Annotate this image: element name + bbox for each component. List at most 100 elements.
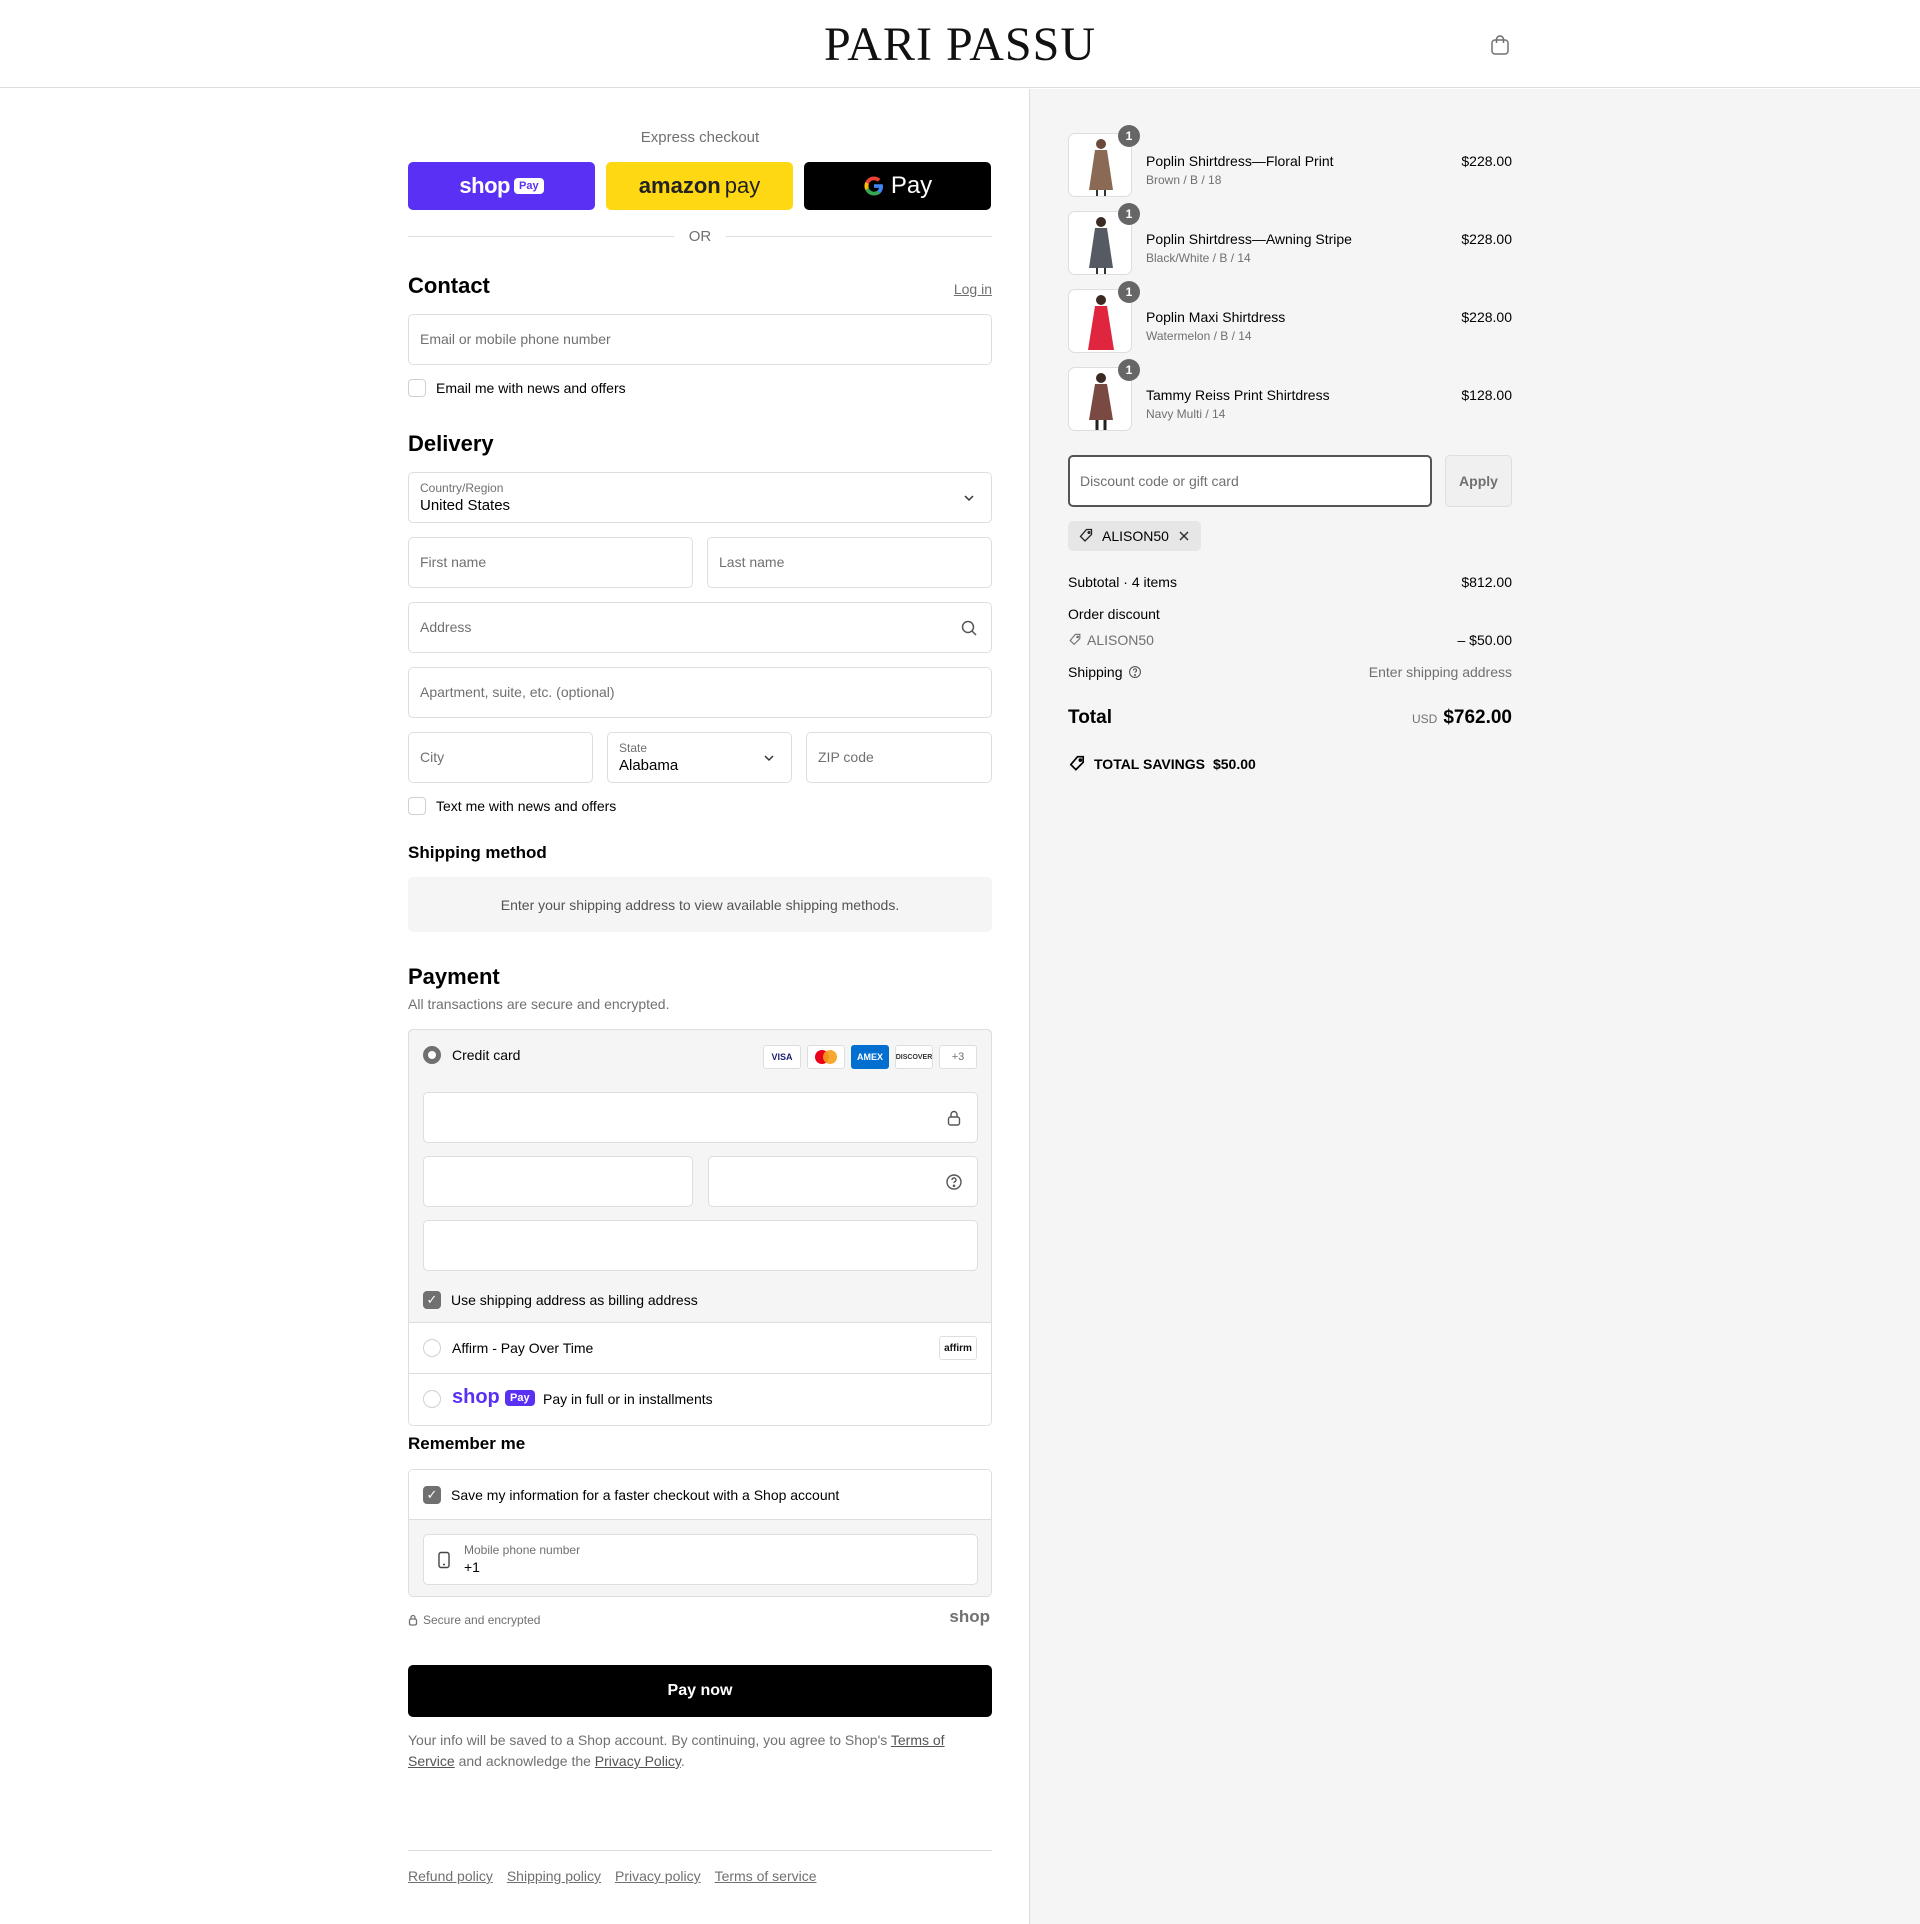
email-news-checkbox[interactable] <box>408 379 426 397</box>
cart-item: 1 Poplin Shirtdress—Awning Stripe Black/… <box>1068 203 1512 275</box>
save-info-checkbox[interactable]: ✓ <box>423 1486 441 1504</box>
shop-pay-option-badge: Pay <box>505 1390 535 1406</box>
last-name-field[interactable]: Last name <box>707 537 992 588</box>
country-select[interactable]: Country/Region United States <box>408 472 992 523</box>
item-price: $228.00 <box>1461 309 1512 325</box>
amazon-pay-button[interactable]: amazon pay <box>606 162 793 210</box>
state-label: State <box>619 741 648 755</box>
credit-card-radio[interactable] <box>423 1046 441 1064</box>
shipping-value: Enter shipping address <box>1368 664 1512 680</box>
dress-shape <box>1089 228 1113 268</box>
footer-divider <box>408 1850 992 1851</box>
shop-pay-option[interactable]: shop Pay Pay in full or in installments <box>409 1374 991 1425</box>
terms-of-service-footer-link[interactable]: Terms of service <box>715 1868 817 1884</box>
name-on-card-field[interactable] <box>423 1220 978 1271</box>
discount-placeholder: Discount code or gift card <box>1080 473 1239 489</box>
save-info-checkbox-row[interactable]: ✓ Save my information for a faster check… <box>423 1486 839 1504</box>
delivery-title: Delivery <box>408 431 494 456</box>
mobile-phone-label: Mobile phone number <box>464 1543 581 1557</box>
discount-code-input[interactable]: Discount code or gift card <box>1068 455 1432 507</box>
mobile-phone-field[interactable]: Mobile phone number +1 <box>423 1534 978 1585</box>
state-select[interactable]: State Alabama <box>607 732 792 783</box>
zip-placeholder: ZIP code <box>818 749 874 765</box>
cart-item: 1 Tammy Reiss Print Shirtdress Navy Mult… <box>1068 359 1512 431</box>
first-name-placeholder: First name <box>420 554 487 570</box>
chevron-down-icon <box>964 495 974 502</box>
discount-code-row: ALISON50 – $50.00 <box>1068 632 1512 648</box>
save-info-row[interactable]: ✓ Save my information for a faster check… <box>409 1470 991 1520</box>
cart-item: 1 Poplin Shirtdress—Floral Print Brown /… <box>1068 125 1512 197</box>
visa-icon: VISA <box>763 1045 801 1069</box>
legal-part3: . <box>680 1753 685 1769</box>
email-news-checkbox-row[interactable]: Email me with news and offers <box>408 379 626 397</box>
chevron-down-icon <box>764 755 774 762</box>
state-value: Alabama <box>619 757 679 774</box>
expiration-field[interactable] <box>423 1156 693 1207</box>
mastercard-icon <box>807 1045 845 1069</box>
currency-code: USD <box>1411 712 1438 726</box>
city-field[interactable]: City <box>408 732 593 783</box>
total-value: $762.00 <box>1443 707 1512 728</box>
item-variant: Black/White / B / 14 <box>1146 251 1251 265</box>
lock-icon <box>408 1614 418 1626</box>
card-number-field[interactable] <box>423 1092 978 1143</box>
email-field[interactable]: Email or mobile phone number <box>408 314 992 365</box>
help-circle-icon[interactable] <box>945 1173 963 1191</box>
mobile-phone-value: +1 <box>464 1559 480 1575</box>
first-name-field[interactable]: First name <box>408 537 693 588</box>
address-field[interactable]: Address <box>408 602 992 653</box>
pay-now-button[interactable]: Pay now <box>408 1665 992 1717</box>
privacy-policy-link[interactable]: Privacy Policy <box>595 1753 681 1769</box>
dress-shape <box>1089 384 1113 420</box>
help-circle-icon[interactable] <box>1128 665 1142 679</box>
express-checkout-label: Express checkout <box>640 129 760 146</box>
item-price: $228.00 <box>1461 231 1512 247</box>
email-placeholder: Email or mobile phone number <box>420 331 611 347</box>
footer-links: Refund policy Shipping policy Privacy po… <box>408 1868 817 1884</box>
google-pay-button[interactable]: Pay <box>804 162 991 210</box>
shopping-bag-icon[interactable] <box>1488 33 1512 57</box>
apply-discount-button[interactable]: Apply <box>1445 455 1512 507</box>
dress-shape <box>1088 306 1114 350</box>
text-news-checkbox-row[interactable]: Text me with news and offers <box>408 797 616 815</box>
privacy-policy-footer-link[interactable]: Privacy policy <box>615 1868 701 1884</box>
email-news-label: Email me with news and offers <box>436 380 626 396</box>
billing-address-checkbox[interactable]: ✓ <box>423 1291 441 1309</box>
legal-text: Your info will be saved to a Shop accoun… <box>408 1730 992 1772</box>
brand-logo[interactable]: PARI PASSU <box>810 14 1110 74</box>
item-price: $128.00 <box>1461 387 1512 403</box>
text-news-label: Text me with news and offers <box>436 798 617 814</box>
shop-pay-option-word: shop <box>452 1386 500 1408</box>
shop-pay-option-label: Pay in full or in installments <box>543 1391 713 1407</box>
savings-label: TOTAL SAVINGS <box>1094 756 1205 772</box>
zip-field[interactable]: ZIP code <box>806 732 992 783</box>
order-discount-row: Order discount <box>1068 606 1512 622</box>
credit-card-form: ✓ Use shipping address as billing addres… <box>409 1079 991 1323</box>
affirm-radio[interactable] <box>423 1339 441 1357</box>
discover-icon: DISCOVER <box>895 1045 933 1069</box>
shop-pay-radio[interactable] <box>423 1390 441 1408</box>
shop-pay-badge: Pay <box>513 178 544 194</box>
credit-card-label: Credit card <box>452 1047 521 1063</box>
item-variant: Brown / B / 18 <box>1146 173 1222 187</box>
credit-card-option[interactable]: Credit card VISA AMEX DISCOVER +3 <box>409 1030 991 1080</box>
login-link[interactable]: Log in <box>954 281 992 297</box>
apartment-field[interactable]: Apartment, suite, etc. (optional) <box>408 667 992 718</box>
security-code-field[interactable] <box>708 1156 978 1207</box>
total-savings: TOTAL SAVINGS $50.00 <box>1068 755 1256 773</box>
text-news-checkbox[interactable] <box>408 797 426 815</box>
refund-policy-link[interactable]: Refund policy <box>408 1868 493 1884</box>
discount-code-label: ALISON50 <box>1087 632 1154 648</box>
address-placeholder: Address <box>420 619 472 635</box>
order-discount-label: Order discount <box>1068 606 1160 622</box>
shipping-policy-link[interactable]: Shipping policy <box>507 1868 601 1884</box>
affirm-option[interactable]: Affirm - Pay Over Time affirm <box>409 1323 991 1374</box>
amazon-word: amazon <box>638 173 721 198</box>
billing-address-label: Use shipping address as billing address <box>451 1292 698 1308</box>
shop-pay-button[interactable]: shop Pay <box>408 162 595 210</box>
item-variant: Navy Multi / 14 <box>1146 407 1226 421</box>
billing-address-checkbox-row[interactable]: ✓ Use shipping address as billing addres… <box>423 1291 698 1309</box>
close-icon[interactable] <box>1177 529 1191 543</box>
last-name-placeholder: Last name <box>719 554 785 570</box>
order-summary-panel <box>1029 89 1920 1924</box>
